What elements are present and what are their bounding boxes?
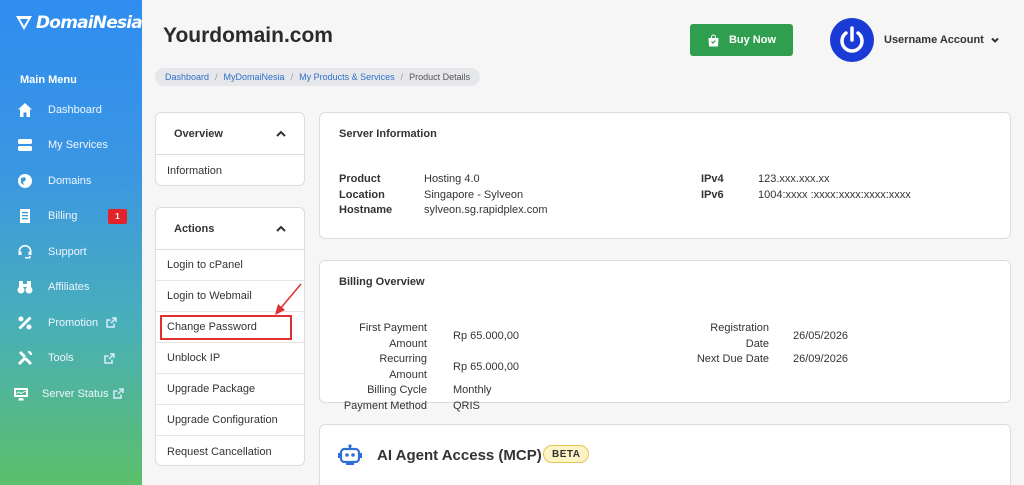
brand-logo[interactable]: DomaiNesia [0,0,143,40]
headset-icon [16,243,34,261]
chevron-up-icon [276,225,286,232]
sidebar-item-affiliates[interactable]: Affiliates [0,270,142,306]
billing-details-right: Registration Date 26/05/2026 Next Due Dat… [689,321,848,368]
external-link-icon [112,388,124,399]
chevron-down-icon [991,37,999,43]
sidebar-item-label: My Services [48,139,108,152]
recurring-amount-label: Recurring Amount [379,353,427,381]
ai-agent-access-title: AI Agent Access (MCP) [377,447,542,464]
sidebar-item-server-status[interactable]: Server Status [0,376,142,412]
ipv4-label: IPv4 [701,173,724,185]
billing-overview-title: Billing Overview [339,276,425,288]
overview-title: Overview [174,127,223,140]
breadcrumb-mydomainesia[interactable]: MyDomaiNesia [224,72,285,82]
payment-method-value: QRIS [453,399,480,412]
action-unblock-ip[interactable]: Unblock IP [156,343,304,374]
registration-date-value: 26/05/2026 [793,329,849,342]
sidebar-item-label: Server Status [42,387,109,400]
breadcrumb-separator: / [290,72,294,82]
action-login-cpanel[interactable]: Login to cPanel [156,250,304,281]
ipv6-value: 1004:xxxx :xxxx:xxxx:xxxx:xxxx [758,188,911,201]
sidebar-item-domains[interactable]: Domains [0,163,142,199]
shopping-bag-icon [708,34,719,46]
ipv6-label: IPv6 [701,188,724,201]
actions-title: Actions [174,222,215,235]
sidebar-item-label: Billing [48,210,78,223]
sidebar-item-billing[interactable]: Billing 1 [0,199,142,235]
billing-overview-card: Billing Overview First Payment Amount Rp … [319,260,1011,412]
logo-mark-icon [16,16,32,30]
sidebar-item-label: Dashboard [48,103,102,116]
next-due-date-label: Next Due Date [696,353,769,365]
annotation-arrow-icon [275,283,302,315]
tools-icon [16,349,34,367]
action-upgrade-configuration[interactable]: Upgrade Configuration [156,405,304,436]
home-icon [16,101,34,119]
billing-cycle-value: Monthly [453,384,492,396]
monitor-icon [12,385,30,403]
percent-icon [16,314,34,332]
external-link-icon [106,317,117,328]
action-request-cancellation[interactable]: Request Cancellation [156,436,304,467]
overview-link-information[interactable]: Information [156,155,304,186]
server-information-title: Server Information [339,128,437,140]
first-payment-label: First Payment Amount [359,322,427,350]
user-menu-toggle[interactable]: Username Account [884,34,1000,46]
actions-panel-header[interactable]: Actions [156,208,304,250]
sidebar-item-label: Domains [48,174,92,187]
product-label: Product [339,173,381,185]
hostname-label: Hostname [339,204,393,216]
server-details-left: Product Hosting 4.0 Location Singapore - S… [339,172,548,219]
breadcrumb-my-products[interactable]: My Products & Services [299,72,395,82]
buy-now-label: Buy Now [728,34,777,46]
binoculars-icon [16,278,34,296]
brand-name: DomaiNesia [36,13,143,33]
external-link-icon [103,353,115,364]
sidebar-item-tools[interactable]: Tools [0,341,142,377]
username-label: Username Account [884,34,984,46]
page-title: Yourdomain.com [163,24,333,47]
avatar[interactable] [830,18,874,62]
hostname-value: sylveon.sg.rapidplex.com [424,204,548,216]
location-value: Singapore - Sylveon [424,188,524,201]
sidebar-item-dashboard[interactable]: Dashboard [0,92,142,128]
sidebar-item-label: Support [48,245,87,258]
next-due-date-value: 26/09/2026 [793,353,849,365]
payment-method-label: Payment Method [343,399,427,412]
breadcrumb-dashboard[interactable]: Dashboard [165,72,209,82]
first-payment-value: Rp 65.000,00 [453,329,520,342]
sidebar-item-label: Affiliates [48,281,90,294]
globe-icon [16,172,34,190]
server-information-card: Server Information Product Hosting 4.0 Lo… [319,112,1011,239]
breadcrumb-separator: / [215,72,218,82]
server-details-right: IPv4 123.xxx.xxx.xx IPv6 1004:xxxx :xxxx:x… [701,172,911,203]
beta-badge: BETA [543,445,590,463]
sidebar-item-label: Tools [48,352,74,365]
sidebar-item-support[interactable]: Support [0,234,142,270]
overview-panel-header[interactable]: Overview [156,113,304,155]
buy-now-button[interactable]: Buy Now [690,24,793,56]
sidebar-item-promotion[interactable]: Promotion [0,305,142,341]
billing-details-left: First Payment Amount Rp 65.000,00 Recurri… [339,321,519,414]
chevron-up-icon [276,130,286,137]
breadcrumb-current: Product Details [409,72,471,82]
billing-count-badge: 1 [108,208,127,224]
action-upgrade-package[interactable]: Upgrade Package [156,374,304,405]
recurring-amount-value: Rp 65.000,00 [453,360,520,373]
billing-cycle-label: Billing Cycle [367,384,427,396]
overview-panel: Overview Information [155,112,305,186]
location-label: Location [339,188,385,201]
sidebar: DomaiNesia Main Menu Dashboard My Servic… [0,0,143,485]
power-icon [840,26,864,53]
sidebar-item-my-services[interactable]: My Services [0,128,142,164]
ipv4-value: 123.xxx.xxx.xx [758,173,830,185]
product-value: Hosting 4.0 [424,173,480,185]
invoice-icon [16,207,34,225]
robot-icon [338,444,362,465]
registration-date-label: Registration Date [710,322,769,350]
server-icon [16,136,34,154]
breadcrumb: Dashboard / MyDomaiNesia / My Products &… [155,68,481,86]
breadcrumb-separator: / [400,72,404,82]
sidebar-item-label: Promotion [48,316,99,329]
